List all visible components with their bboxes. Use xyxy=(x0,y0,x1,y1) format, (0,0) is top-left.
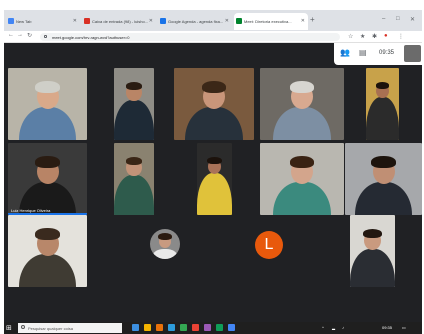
address-bar[interactable]: meet.google.com/hrv-ragn-wvd?authuser=0 xyxy=(40,33,340,41)
taskbar-app-icon[interactable] xyxy=(216,324,223,331)
tab-title: Caixa de entrada (98) - luisho... xyxy=(92,19,149,24)
taskbar-app-icon[interactable] xyxy=(144,324,151,331)
meet-video-grid: 👥 ▤ 09:35 Luiz Henrique Oliveira L xyxy=(4,43,422,322)
close-tab-icon[interactable]: ✕ xyxy=(149,18,153,24)
participant-hair xyxy=(201,81,227,93)
participant-avatar xyxy=(150,229,180,259)
taskbar-app-icon[interactable] xyxy=(132,324,139,331)
menu-icon[interactable]: ⋮ xyxy=(398,33,404,40)
tab-title: Meet: Diretoria executiva... xyxy=(244,19,292,24)
windows-taskbar: ⊞ Pesquisar qualquer coisa ^ ▂ ♪ 09:35 ▭ xyxy=(4,322,422,334)
tab-title: Google Agenda - agenda fixa... xyxy=(168,19,224,24)
notification-icon[interactable]: ▭ xyxy=(402,325,406,330)
taskbar-app-icon[interactable] xyxy=(180,324,187,331)
participant-hair xyxy=(125,82,143,90)
participant-hair xyxy=(158,233,172,240)
taskbar-search-placeholder: Pesquisar qualquer coisa xyxy=(28,326,73,331)
maximize-icon[interactable]: □ xyxy=(396,16,400,22)
windows-start-icon[interactable]: ⊞ xyxy=(6,324,12,332)
participant-hair xyxy=(289,156,315,168)
chat-icon[interactable]: ▤ xyxy=(359,48,367,57)
tab-title: New Tab xyxy=(16,19,32,24)
taskbar-app-icon[interactable] xyxy=(156,324,163,331)
extension-icon[interactable]: ★ xyxy=(360,33,365,40)
participant-tile[interactable] xyxy=(345,143,422,215)
participant-tile[interactable] xyxy=(260,68,344,140)
participant-hair xyxy=(35,81,60,93)
taskbar-app-icon[interactable] xyxy=(228,324,235,331)
tab-new-tab[interactable]: New Tab ✕ xyxy=(6,13,80,30)
tray-up-arrow-icon[interactable]: ^ xyxy=(322,325,324,330)
browser-toolbar: ← → ↻ meet.google.com/hrv-ragn-wvd?authu… xyxy=(4,31,422,43)
url-text: meet.google.com/hrv-ragn-wvd?authuser=0 xyxy=(52,35,130,40)
network-icon[interactable]: ▂ xyxy=(332,325,335,330)
screen: New Tab ✕ Caixa de entrada (98) - luisho… xyxy=(0,0,424,334)
participant-tile[interactable] xyxy=(114,143,154,215)
bookmark-star-icon[interactable]: ☆ xyxy=(348,33,353,40)
profile-icon[interactable]: ● xyxy=(384,33,388,39)
participant-shirt xyxy=(153,249,177,259)
reload-icon[interactable]: ↻ xyxy=(27,32,32,39)
participant-hair xyxy=(371,156,396,168)
participant-hair xyxy=(35,156,60,168)
forward-arrow-icon[interactable]: → xyxy=(17,32,23,38)
meet-icon xyxy=(236,18,242,24)
participant-tile[interactable] xyxy=(350,215,395,287)
people-icon[interactable]: 👥 xyxy=(340,48,350,57)
puzzle-icon[interactable]: ✱ xyxy=(372,33,377,40)
meet-top-bar: 👥 ▤ 09:35 xyxy=(334,43,422,65)
participant-tile[interactable] xyxy=(174,68,254,140)
tab-meet[interactable]: Meet: Diretoria executiva... ✕ xyxy=(234,13,308,30)
search-icon xyxy=(21,325,25,329)
taskbar-app-icon[interactable] xyxy=(192,324,199,331)
minimize-icon[interactable]: – xyxy=(382,16,385,22)
new-tab-favicon xyxy=(8,18,14,24)
meeting-clock: 09:35 xyxy=(379,50,395,56)
taskbar-search-input[interactable]: Pesquisar qualquer coisa xyxy=(18,323,122,333)
browser-tab-strip: New Tab ✕ Caixa de entrada (98) - luisho… xyxy=(4,10,422,31)
participant-hair xyxy=(289,81,315,93)
participant-hair xyxy=(363,228,382,238)
participant-hair xyxy=(125,157,143,165)
close-tab-icon[interactable]: ✕ xyxy=(301,18,305,24)
participant-hair xyxy=(35,228,60,240)
close-tab-icon[interactable]: ✕ xyxy=(73,18,77,24)
participant-initial-avatar: L xyxy=(255,231,283,259)
participant-tile[interactable] xyxy=(366,68,399,140)
close-tab-icon[interactable]: ✕ xyxy=(225,18,229,24)
participant-tile[interactable] xyxy=(8,215,87,287)
participant-tile[interactable]: Luiz Henrique Oliveira xyxy=(8,143,87,215)
close-window-icon[interactable]: ✕ xyxy=(410,16,415,23)
tray-clock: 09:35 xyxy=(382,325,393,330)
participant-hair xyxy=(375,82,390,89)
self-view-thumbnail[interactable] xyxy=(404,45,421,62)
plus-icon[interactable]: + xyxy=(310,15,315,24)
back-arrow-icon[interactable]: ← xyxy=(8,32,14,38)
taskbar-app-icon[interactable] xyxy=(168,324,175,331)
tab-gmail[interactable]: Caixa de entrada (98) - luisho... ✕ xyxy=(82,13,156,30)
participant-tile[interactable] xyxy=(260,143,344,215)
participant-tile[interactable] xyxy=(197,143,232,215)
participant-tile[interactable] xyxy=(8,68,87,140)
tab-calendar[interactable]: Google Agenda - agenda fixa... ✕ xyxy=(158,13,232,30)
participant-tile[interactable] xyxy=(114,68,154,140)
taskbar-app-icon[interactable] xyxy=(204,324,211,331)
volume-icon[interactable]: ♪ xyxy=(342,325,344,330)
gmail-icon xyxy=(84,18,90,24)
lock-icon xyxy=(44,35,47,38)
calendar-icon xyxy=(160,18,166,24)
participant-hair xyxy=(207,157,222,165)
